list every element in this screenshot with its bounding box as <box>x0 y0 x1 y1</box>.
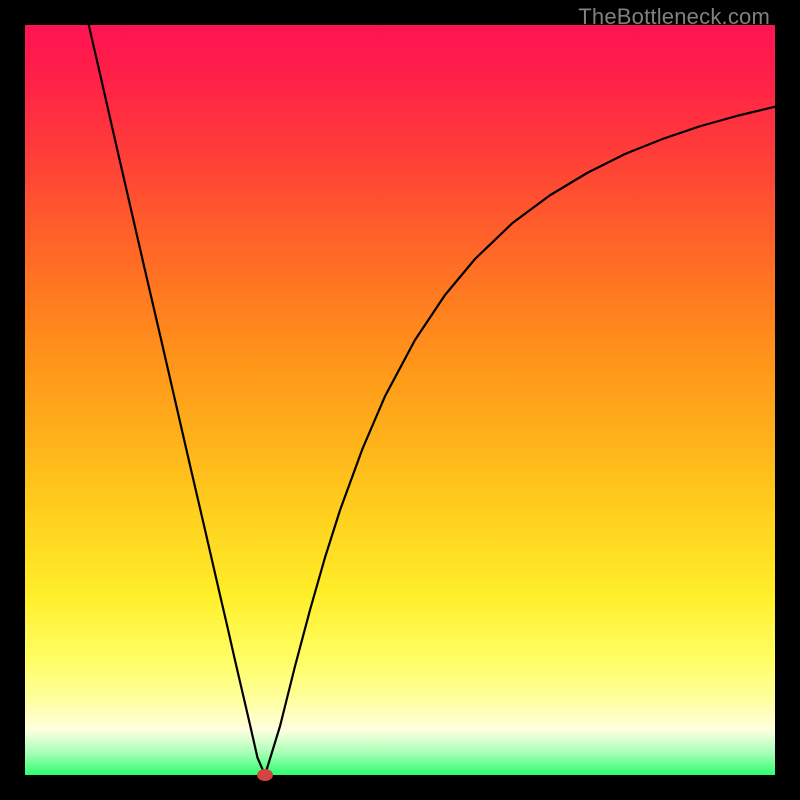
plot-area <box>25 25 775 775</box>
chart-frame: TheBottleneck.com <box>0 0 800 800</box>
watermark: TheBottleneck.com <box>578 4 770 30</box>
minimum-marker <box>257 769 273 781</box>
